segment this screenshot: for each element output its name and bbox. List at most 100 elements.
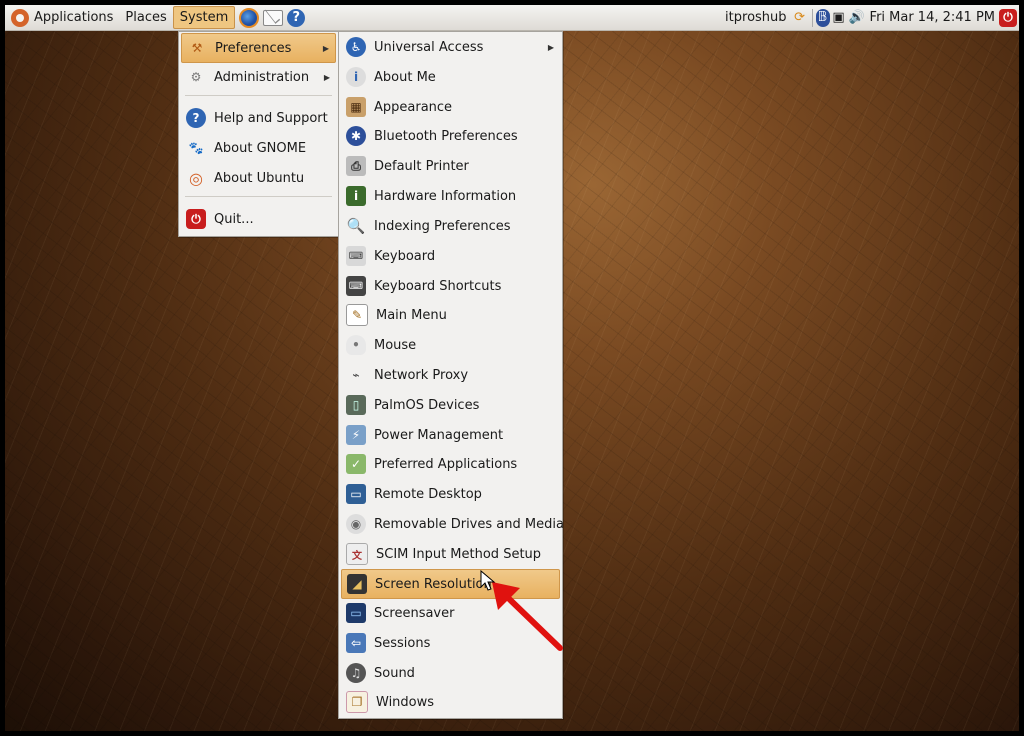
power-management-icon: ⚡ [346,425,366,445]
system-label: System [179,10,229,25]
menu-item-preferences[interactable]: ⚒ Preferences ▶ [181,33,336,63]
places-label: Places [125,10,167,25]
places-menu[interactable]: Places [119,6,172,29]
menu-item-label: Keyboard Shortcuts [374,278,502,294]
ubuntu-logo-icon: ◎ [189,168,203,188]
menu-item-label: PalmOS Devices [374,397,480,413]
gnome-foot-icon: 🐾 [188,141,204,155]
network-proxy-icon: ⌁ [352,368,360,382]
preferred-apps-icon: ✓ [346,454,366,474]
help-icon: ? [186,108,206,128]
applications-label: Applications [34,10,114,25]
panel-tray: itproshub ⟳ 𝔹 ▣ 🔊 Fri Mar 14, 2:41 PM ⏻ [721,5,1019,30]
menu-item-label: Preferred Applications [374,456,518,472]
menu-item-label: Screen Resolution [375,576,492,592]
system-menu: ⚒ Preferences ▶ ⚙ Administration ▶ ? Hel… [178,31,339,237]
mouse-icon: • [346,335,366,355]
menu-item-hardware-information[interactable]: i Hardware Information [341,182,560,210]
preferences-icon: ⚒ [191,41,203,55]
menu-item-about-me[interactable]: i About Me [341,63,560,91]
sessions-icon: ⇦ [346,633,366,653]
screensaver-icon: ▭ [346,603,366,623]
menu-item-removable-drives-and-media[interactable]: ◉ Removable Drives and Media [341,510,564,538]
keyboard-shortcuts-icon: ⌨ [346,276,366,296]
power-icon: ⏻ [186,209,206,229]
screen-resolution-icon: ◢ [347,574,367,594]
menu-item-bluetooth-preferences[interactable]: ✱ Bluetooth Preferences [341,122,560,150]
menu-item-label: Default Printer [374,158,469,174]
menu-item-about-ubuntu[interactable]: ◎ About Ubuntu [181,164,336,192]
menu-item-label: Removable Drives and Media [374,516,564,532]
username: itproshub [725,10,787,25]
keyboard-icon: ⌨ [346,246,366,266]
menu-item-label: Network Proxy [374,367,469,383]
menu-item-label: Bluetooth Preferences [374,128,518,144]
menu-item-administration[interactable]: ⚙ Administration ▶ [181,63,336,91]
system-menu-button[interactable]: System [172,6,236,29]
menu-item-label: Hardware Information [374,188,517,204]
about-me-icon: i [346,67,366,87]
applications-menu[interactable]: Applications [5,6,119,29]
power-icon[interactable]: ⏻ [999,8,1017,27]
bluetooth-icon: ✱ [346,126,366,146]
help-icon[interactable]: ? [287,8,306,27]
menu-item-label: Appearance [374,99,453,115]
menu-item-mouse[interactable]: • Mouse [341,331,560,359]
menu-item-quit[interactable]: ⏻ Quit... [181,205,336,233]
clock[interactable]: Fri Mar 14, 2:41 PM [870,10,995,25]
firefox-icon[interactable] [239,7,260,28]
menu-item-indexing-preferences[interactable]: 🔍 Indexing Preferences [341,212,560,240]
tray-separator [811,8,813,27]
ubuntu-logo-icon [11,8,29,27]
menu-item-default-printer[interactable]: ⎙ Default Printer [341,152,560,180]
removable-media-icon: ◉ [346,514,366,534]
menu-item-appearance[interactable]: ▦ Appearance [341,93,560,121]
menu-item-keyboard-shortcuts[interactable]: ⌨ Keyboard Shortcuts [341,272,560,300]
menu-item-scim-input-method-setup[interactable]: 文 SCIM Input Method Setup [341,540,560,568]
top-panel: Applications Places System ? itproshub ⟳… [5,5,1019,31]
menu-item-label: About Me [374,69,436,85]
palm-device-icon: ▯ [346,395,366,415]
menu-item-label: Indexing Preferences [374,218,511,234]
menu-item-label: Administration [214,69,310,85]
menu-item-label: Power Management [374,427,504,443]
menu-item-power-management[interactable]: ⚡ Power Management [341,421,560,449]
network-icon[interactable]: ▣ [830,9,848,27]
menu-item-sound[interactable]: ♫ Sound [341,659,560,687]
volume-icon[interactable]: 🔊 [848,9,866,27]
submenu-arrow-icon: ▶ [323,72,330,82]
menu-item-windows[interactable]: ❐ Windows [341,688,560,716]
menu-item-remote-desktop[interactable]: ▭ Remote Desktop [341,480,560,508]
printer-icon: ⎙ [346,156,366,176]
menu-item-label: Screensaver [374,605,455,621]
remote-desktop-icon: ▭ [346,484,366,504]
menu-item-label: About GNOME [214,140,307,156]
menu-item-help-and-support[interactable]: ? Help and Support [181,104,336,132]
menu-item-label: Keyboard [374,248,436,264]
menu-item-network-proxy[interactable]: ⌁ Network Proxy [341,361,560,389]
menu-item-label: About Ubuntu [214,170,305,186]
menu-item-label: Help and Support [214,110,328,126]
update-notifier-icon[interactable]: ⟳ [791,9,809,27]
menu-item-about-gnome[interactable]: 🐾 About GNOME [181,134,336,162]
menu-item-label: Universal Access [374,39,484,55]
menu-item-label: Mouse [374,337,417,353]
menu-item-preferred-applications[interactable]: ✓ Preferred Applications [341,450,560,478]
mail-icon[interactable] [263,9,284,26]
scim-icon: 文 [346,543,368,565]
menu-item-label: Windows [376,694,435,710]
menu-item-label: Preferences [215,40,292,56]
main-menu-icon: ✎ [346,304,368,326]
menu-separator [185,196,332,197]
bluetooth-icon[interactable]: 𝔹 [815,8,830,27]
menu-item-palmos-devices[interactable]: ▯ PalmOS Devices [341,391,560,419]
menu-item-label: Sessions [374,635,431,651]
menu-item-universal-access[interactable]: ♿ Universal Access ▶ [341,33,560,61]
menu-item-keyboard[interactable]: ⌨ Keyboard [341,242,560,270]
menu-item-label: SCIM Input Method Setup [376,546,542,562]
menu-item-main-menu[interactable]: ✎ Main Menu [341,301,560,329]
sound-icon: ♫ [346,663,366,683]
submenu-arrow-icon: ▶ [547,42,554,52]
menu-separator [185,95,332,96]
menu-item-label: Quit... [214,211,254,227]
